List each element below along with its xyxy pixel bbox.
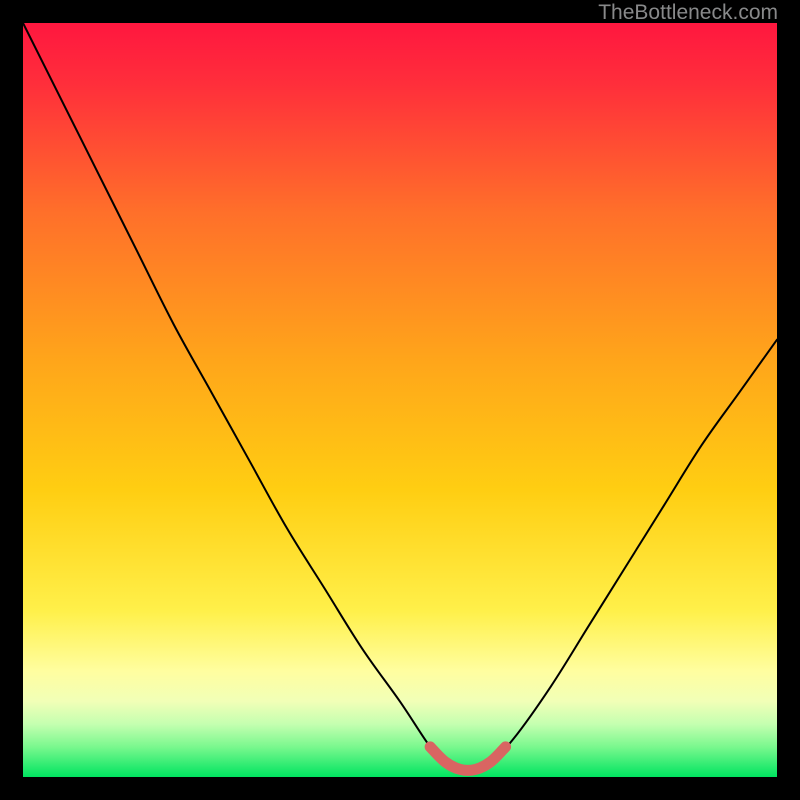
bottleneck-chart — [23, 23, 777, 777]
chart-frame — [23, 23, 777, 777]
gradient-background — [23, 23, 777, 777]
watermark-text: TheBottleneck.com — [598, 1, 778, 25]
